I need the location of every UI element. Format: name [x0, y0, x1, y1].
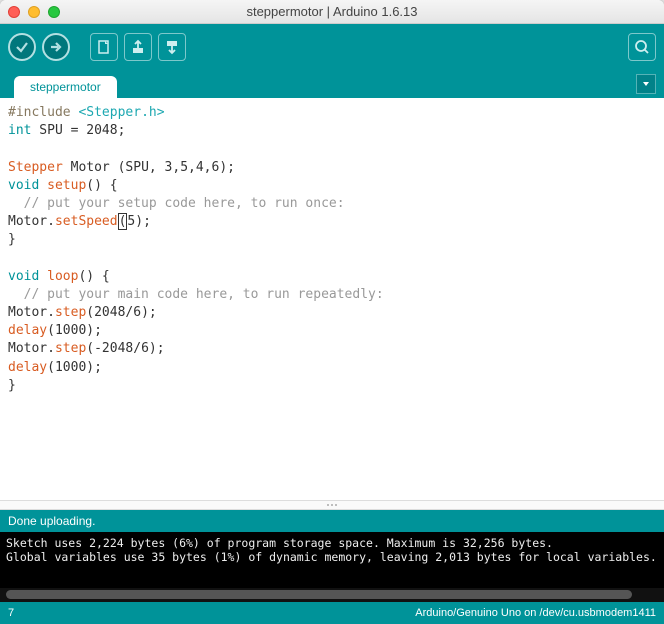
console-line: Sketch uses 2,224 bytes (6%) of program …: [6, 536, 553, 550]
cursor-bracket: (: [118, 213, 128, 230]
footer-bar: 7 Arduino/Genuino Uno on /dev/cu.usbmode…: [0, 602, 664, 624]
code-editor[interactable]: #include <Stepper.h> int SPU = 2048; Ste…: [0, 98, 664, 500]
serial-monitor-button[interactable]: [628, 33, 656, 61]
line-number: 7: [8, 607, 14, 619]
verify-button[interactable]: [8, 33, 36, 61]
console-line: Global variables use 35 bytes (1%) of dy…: [6, 550, 657, 564]
ide-window: steppermotor | Arduino 1.6.13 steppermot…: [0, 0, 664, 624]
toolbar: [0, 24, 664, 70]
tab-bar: steppermotor: [0, 70, 664, 98]
status-message: Done uploading.: [8, 514, 95, 528]
board-info: Arduino/Genuino Uno on /dev/cu.usbmodem1…: [415, 607, 656, 619]
console-output[interactable]: Sketch uses 2,224 bytes (6%) of program …: [0, 532, 664, 588]
open-button[interactable]: [124, 33, 152, 61]
tab-menu-button[interactable]: [636, 74, 656, 94]
upload-button[interactable]: [42, 33, 70, 61]
tab-label: steppermotor: [30, 80, 101, 94]
tab-sketch[interactable]: steppermotor: [14, 76, 117, 98]
panel-resize-handle[interactable]: [0, 500, 664, 510]
titlebar[interactable]: steppermotor | Arduino 1.6.13: [0, 0, 664, 24]
console-scrollbar[interactable]: [0, 588, 664, 602]
scrollbar-thumb[interactable]: [6, 590, 632, 599]
save-button[interactable]: [158, 33, 186, 61]
window-title: steppermotor | Arduino 1.6.13: [0, 4, 664, 19]
new-button[interactable]: [90, 33, 118, 61]
status-bar: Done uploading.: [0, 510, 664, 532]
